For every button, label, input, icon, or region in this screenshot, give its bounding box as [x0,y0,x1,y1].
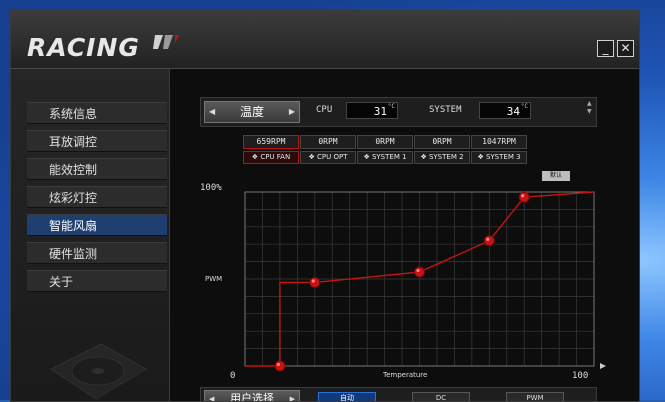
curve-point-highlight [486,237,490,241]
chevron-right-icon: ▶ [289,395,295,402]
x-axis-arrow-icon [600,363,606,369]
app-window: RACING _ ✕ 系统信息 耳放调控 能效控制 炫彩灯控 智能风扇 硬件监测… [10,10,640,402]
curve-point-highlight [276,362,280,367]
sidebar-item-headphone-amp[interactable]: 耳放调控 [27,130,167,152]
chart-axes [244,191,606,369]
sidebar-item-smart-fan[interactable]: 智能风扇 [27,214,167,236]
curve-point-highlight [521,194,525,198]
curve-point[interactable] [483,235,495,247]
sidebar-item-rgb-lighting[interactable]: 炫彩灯控 [27,186,167,208]
sidebar-item-power-control[interactable]: 能效控制 [27,158,167,180]
sidebar-item-system-info[interactable]: 系统信息 [27,102,167,124]
fan-decoration-icon [50,343,147,400]
curve-point[interactable] [309,276,321,288]
chart-grid [245,192,594,366]
curve-point-highlight [311,279,315,283]
logo-mark-icon [153,35,179,49]
user-selection-label: 用户选择 [230,392,274,402]
sidebar: 系统信息 耳放调控 能效控制 炫彩灯控 智能风扇 硬件监测 关于 [11,69,170,401]
minimize-button[interactable]: _ [597,40,614,57]
x-axis-label: Temperature [382,371,427,379]
curve-point-highlight [416,268,420,273]
y-axis-label: PWM [205,275,222,283]
close-button[interactable]: ✕ [617,40,634,57]
sidebar-item-hardware-monitor[interactable]: 硬件监测 [27,242,167,264]
mode-dc-button[interactable]: DC [412,392,470,401]
curve-point[interactable] [518,191,530,203]
mode-auto-button[interactable]: 自动 [318,392,376,401]
chevron-left-icon: ◀ [209,395,215,402]
curve-point[interactable] [274,360,286,372]
y-top-label: 100% [200,183,222,193]
sidebar-item-about[interactable]: 关于 [27,270,167,292]
user-selection-selector[interactable]: ◀ 用户选择 ▶ [204,390,300,402]
main-panel: ◀ 温度 ▶ CPU 31 °C SYSTEM 34 °C ▲ ▼ 659RPM … [170,69,639,401]
curve-point[interactable] [414,266,425,278]
x-max-label: 100 [572,371,588,381]
fan-curve-chart[interactable]: 100% PWM Temperature 0 100 [170,69,639,401]
mode-pwm-button[interactable]: PWM [506,392,564,401]
app-logo: RACING [27,33,140,62]
title-bar: RACING _ ✕ [11,11,639,69]
x-min-label: 0 [230,371,235,381]
